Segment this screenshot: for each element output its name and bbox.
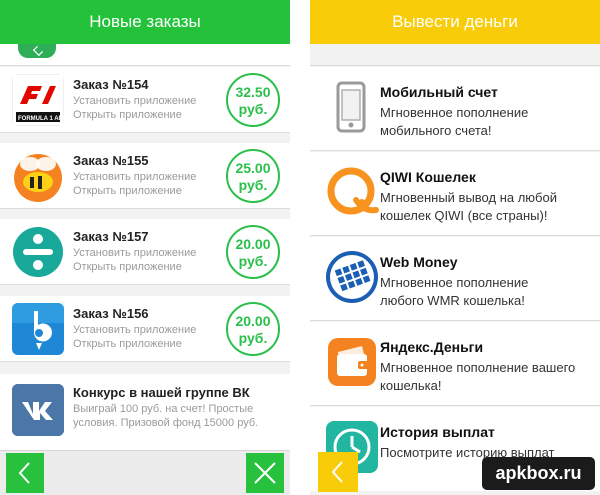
yandex-money-icon — [324, 334, 380, 390]
bee-app-icon — [12, 150, 64, 202]
option-desc-line2: любого WMR кошелька! — [380, 293, 525, 308]
option-description: Мгновенное пополнение мобильного счета! — [380, 104, 595, 140]
back-button[interactable] — [318, 452, 358, 492]
order-title: Заказ №157 — [73, 229, 149, 244]
close-button[interactable] — [246, 453, 284, 493]
new-orders-screen: Новые заказы FORMULA 1 APP Заказ №154 Ус… — [0, 0, 290, 495]
withdraw-option-qiwi[interactable]: QIWI Кошелек Мгновенный вывод на любой к… — [310, 152, 600, 236]
price-unit: руб. — [238, 101, 268, 117]
new-orders-header: Новые заказы — [0, 0, 290, 44]
option-title: Яндекс.Деньги — [380, 339, 484, 355]
order-task-open: Открыть приложение — [73, 338, 182, 350]
qiwi-icon — [324, 164, 380, 220]
order-price-badge[interactable]: 32.50 руб. — [226, 73, 280, 127]
order-row-154[interactable]: FORMULA 1 APP Заказ №154 Установить прил… — [0, 67, 290, 133]
apkbox-watermark: apkbox.ru — [482, 457, 595, 490]
option-description: Мгновенное пополнение любого WMR кошельк… — [380, 274, 595, 310]
withdraw-option-webmoney[interactable]: Web Money Мгновенное пополнение любого W… — [310, 237, 600, 321]
svg-text:FORMULA 1 APP: FORMULA 1 APP — [18, 116, 64, 122]
vk-contest-row[interactable]: Конкурс в нашей группе ВК Выиграй 100 ру… — [0, 374, 290, 450]
price-value: 32.50 — [235, 84, 271, 100]
chevron-left-icon — [331, 461, 343, 483]
price-unit: руб. — [238, 177, 268, 193]
partial-order-row[interactable] — [0, 44, 290, 66]
option-title: Мобильный счет — [380, 84, 498, 100]
order-row-155[interactable]: Заказ №155 Установить приложение Открыть… — [0, 143, 290, 209]
order-task-install: Установить приложение — [73, 171, 197, 183]
header-spacer — [310, 44, 600, 66]
price-value: 20.00 — [235, 313, 271, 329]
vk-icon — [12, 384, 64, 436]
option-desc-line2: мобильного счета! — [380, 123, 492, 138]
back-button[interactable] — [6, 453, 44, 493]
left-footer-bar — [0, 450, 290, 495]
order-title: Заказ №155 — [73, 153, 149, 168]
option-title: QIWI Кошелек — [380, 169, 476, 185]
option-description: Мгновенный вывод на любой кошелек QIWI (… — [380, 189, 595, 225]
order-row-157[interactable]: Заказ №157 Установить приложение Открыть… — [0, 219, 290, 285]
option-desc-line1: Мгновенное пополнение — [380, 105, 529, 120]
order-price-badge[interactable]: 20.00 руб. — [226, 225, 280, 279]
close-icon — [254, 462, 276, 484]
mobile-phone-icon — [324, 79, 380, 135]
order-task-open: Открыть приложение — [73, 109, 182, 121]
contest-desc-line1: Выиграй 100 руб. на счет! Простые — [73, 403, 254, 415]
withdraw-header: Вывести деньги — [310, 0, 600, 44]
map-pin-app-icon — [12, 303, 64, 355]
contest-desc-line2: условия. Призовой фонд 15000 руб. — [73, 417, 259, 429]
order-task-install: Установить приложение — [73, 95, 197, 107]
order-task-open: Открыть приложение — [73, 261, 182, 273]
order-task-install: Установить приложение — [73, 324, 197, 336]
contest-title: Конкурс в нашей группе ВК — [73, 385, 250, 400]
formula1-app-icon: FORMULA 1 APP — [12, 74, 64, 126]
option-title: История выплат — [380, 424, 495, 440]
withdraw-money-screen: Вывести деньги Мобильный счет Мгновенное… — [310, 0, 600, 495]
price-value: 25.00 — [235, 160, 271, 176]
order-price-badge[interactable]: 20.00 руб. — [226, 302, 280, 356]
chevron-left-icon — [18, 462, 30, 484]
order-task-install: Установить приложение — [73, 247, 197, 259]
price-unit: руб. — [238, 330, 268, 346]
order-title: Заказ №156 — [73, 306, 149, 321]
price-value: 20.00 — [235, 236, 271, 252]
option-desc-line1: Мгновенный вывод на любой — [380, 190, 557, 205]
order-price-badge[interactable]: 25.00 руб. — [226, 149, 280, 203]
partial-app-icon — [18, 44, 56, 58]
option-title: Web Money — [380, 254, 458, 270]
option-desc-line2: кошелька! — [380, 378, 442, 393]
webmoney-icon — [324, 249, 380, 305]
withdraw-option-mobile[interactable]: Мобильный счет Мгновенное пополнение моб… — [310, 67, 600, 151]
withdraw-option-yandex-money[interactable]: Яндекс.Деньги Мгновенное пополнение ваше… — [310, 322, 600, 406]
order-row-156[interactable]: Заказ №156 Установить приложение Открыть… — [0, 296, 290, 362]
option-desc-line1: Мгновенное пополнение вашего — [380, 360, 576, 375]
price-unit: руб. — [238, 253, 268, 269]
option-desc-line1: Мгновенное пополнение — [380, 275, 529, 290]
plus-app-icon — [12, 226, 64, 278]
order-title: Заказ №154 — [73, 77, 149, 92]
order-task-open: Открыть приложение — [73, 185, 182, 197]
screens-divider — [290, 0, 310, 495]
option-desc-line2: кошелек QIWI (все страны)! — [380, 208, 548, 223]
option-description: Мгновенное пополнение вашего кошелька! — [380, 359, 595, 395]
